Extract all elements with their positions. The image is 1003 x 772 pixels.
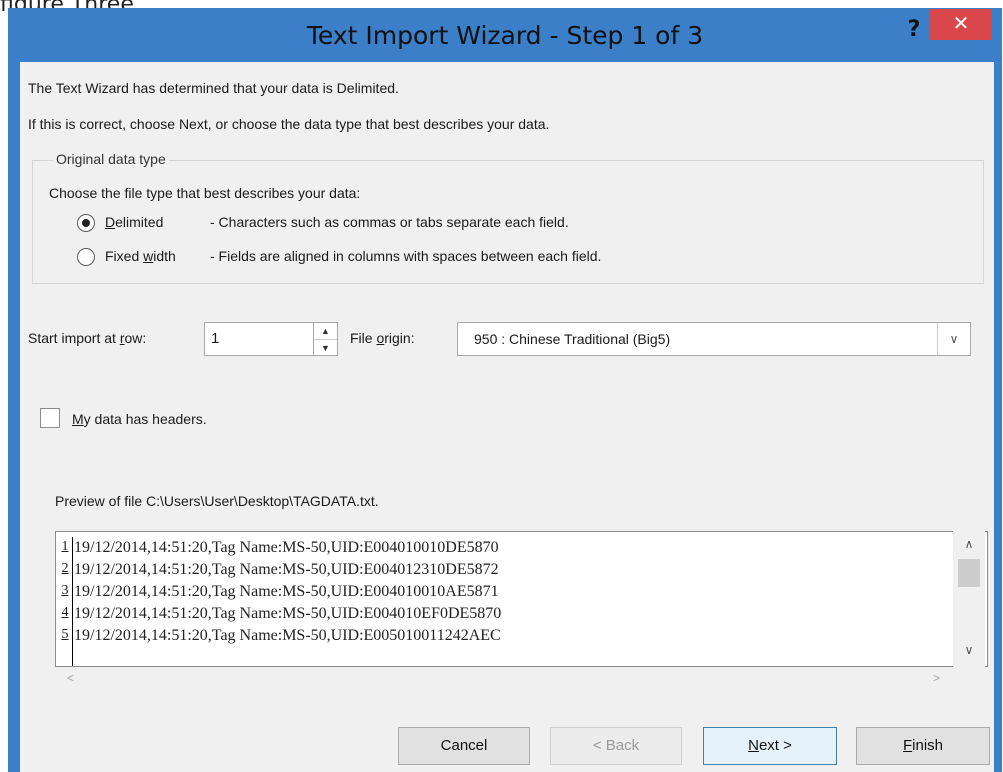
file-origin-label: File origin: — [350, 330, 415, 346]
help-icon: ? — [907, 17, 921, 42]
scroll-down-icon[interactable]: ∨ — [953, 643, 985, 657]
help-button[interactable]: ? — [902, 16, 926, 44]
preview-vertical-scrollbar[interactable]: ∧ ∨ — [953, 531, 985, 667]
radio-delimited-indicator[interactable] — [77, 214, 95, 232]
start-row-spinner[interactable]: ▲ ▼ — [314, 322, 338, 356]
label-rest: inish — [912, 737, 944, 754]
mnemonic-w: w — [143, 248, 154, 264]
row-text: 19/12/2014,14:51:20,Tag Name:MS-50,UID:E… — [74, 539, 499, 556]
label-rest: ow: — [124, 330, 147, 346]
radio-fixed-width-description: - Fields are aligned in columns with spa… — [210, 248, 602, 264]
label-rest: idth — [153, 248, 176, 264]
dialog-title: Text Import Wizard - Step 1 of 3 — [306, 21, 704, 50]
spin-up-icon[interactable]: ▲ — [314, 323, 337, 340]
row-number: 1 — [58, 537, 73, 559]
label-pre: Start import at — [28, 330, 120, 346]
headers-checkbox-label[interactable]: My data has headers. — [72, 411, 207, 427]
file-origin-value: 950 : Chinese Traditional (Big5) — [474, 331, 671, 347]
file-type-prompt: Choose the file type that best describes… — [49, 185, 361, 201]
start-row-label: Start import at row: — [28, 330, 146, 346]
start-row-input[interactable]: 1 — [204, 322, 314, 356]
group-legend: Original data type — [53, 151, 169, 167]
radio-delimited-label[interactable]: Delimited — [105, 214, 163, 230]
label-pre: Fixed — [105, 248, 144, 264]
mnemonic-m: M — [72, 411, 84, 427]
label-pre: File — [350, 330, 377, 346]
scroll-up-icon[interactable]: ∧ — [953, 537, 985, 551]
scroll-thumb[interactable] — [958, 559, 980, 587]
row-text: 19/12/2014,14:51:20,Tag Name:MS-50,UID:E… — [74, 627, 501, 644]
dialog-client-area: The Text Wizard has determined that your… — [20, 62, 994, 772]
title-bar[interactable]: Text Import Wizard - Step 1 of 3 ? ✕ — [8, 8, 1002, 62]
scroll-left-icon[interactable]: < — [67, 671, 74, 685]
radio-fixed-width-indicator[interactable] — [77, 248, 95, 266]
back-button[interactable]: < Back — [550, 727, 682, 765]
radio-delimited-description: - Characters such as commas or tabs sepa… — [210, 214, 569, 230]
headers-checkbox[interactable] — [40, 408, 60, 428]
row-number: 5 — [58, 625, 73, 647]
mnemonic-n: N — [748, 737, 759, 754]
close-button[interactable]: ✕ — [930, 9, 992, 40]
row-text: 19/12/2014,14:51:20,Tag Name:MS-50,UID:E… — [74, 583, 499, 600]
preview-horizontal-scrollbar[interactable]: < > — [55, 667, 953, 693]
mnemonic-d: D — [105, 214, 116, 230]
label-rest: y data has headers. — [83, 411, 207, 427]
intro-line-1: The Text Wizard has determined that your… — [28, 80, 399, 96]
label-rest: elimited — [115, 214, 164, 230]
spin-down-icon[interactable]: ▼ — [314, 340, 337, 356]
original-data-type-group: Original data type Choose the file type … — [32, 151, 984, 284]
finish-button[interactable]: Finish — [856, 727, 990, 765]
label-rest: ext > — [758, 737, 792, 754]
scroll-right-icon[interactable]: > — [933, 671, 940, 685]
row-number: 3 — [58, 581, 73, 603]
preview-label: Preview of file C:\Users\User\Desktop\TA… — [55, 493, 379, 509]
label-rest: rigin: — [384, 330, 415, 346]
mnemonic-f: F — [902, 737, 913, 754]
chevron-down-icon[interactable]: ∨ — [937, 323, 970, 355]
row-number: 4 — [58, 603, 73, 625]
intro-line-2: If this is correct, choose Next, or choo… — [28, 116, 550, 132]
row-text: 19/12/2014,14:51:20,Tag Name:MS-50,UID:E… — [74, 605, 502, 622]
text-import-wizard-dialog: Text Import Wizard - Step 1 of 3 ? ✕ The… — [8, 8, 1002, 772]
row-text: 19/12/2014,14:51:20,Tag Name:MS-50,UID:E… — [74, 561, 499, 578]
row-number: 2 — [58, 559, 73, 581]
cancel-button[interactable]: Cancel — [398, 727, 530, 765]
close-icon: ✕ — [952, 13, 970, 35]
row-number — [58, 647, 73, 666]
radio-fixed-width-label[interactable]: Fixed width — [105, 248, 176, 264]
next-button[interactable]: Next > — [703, 727, 837, 765]
file-origin-select[interactable]: 950 : Chinese Traditional (Big5) ∨ — [457, 322, 971, 356]
preview-pane[interactable]: 1 19/12/2014,14:51:20,Tag Name:MS-50,UID… — [55, 531, 988, 667]
